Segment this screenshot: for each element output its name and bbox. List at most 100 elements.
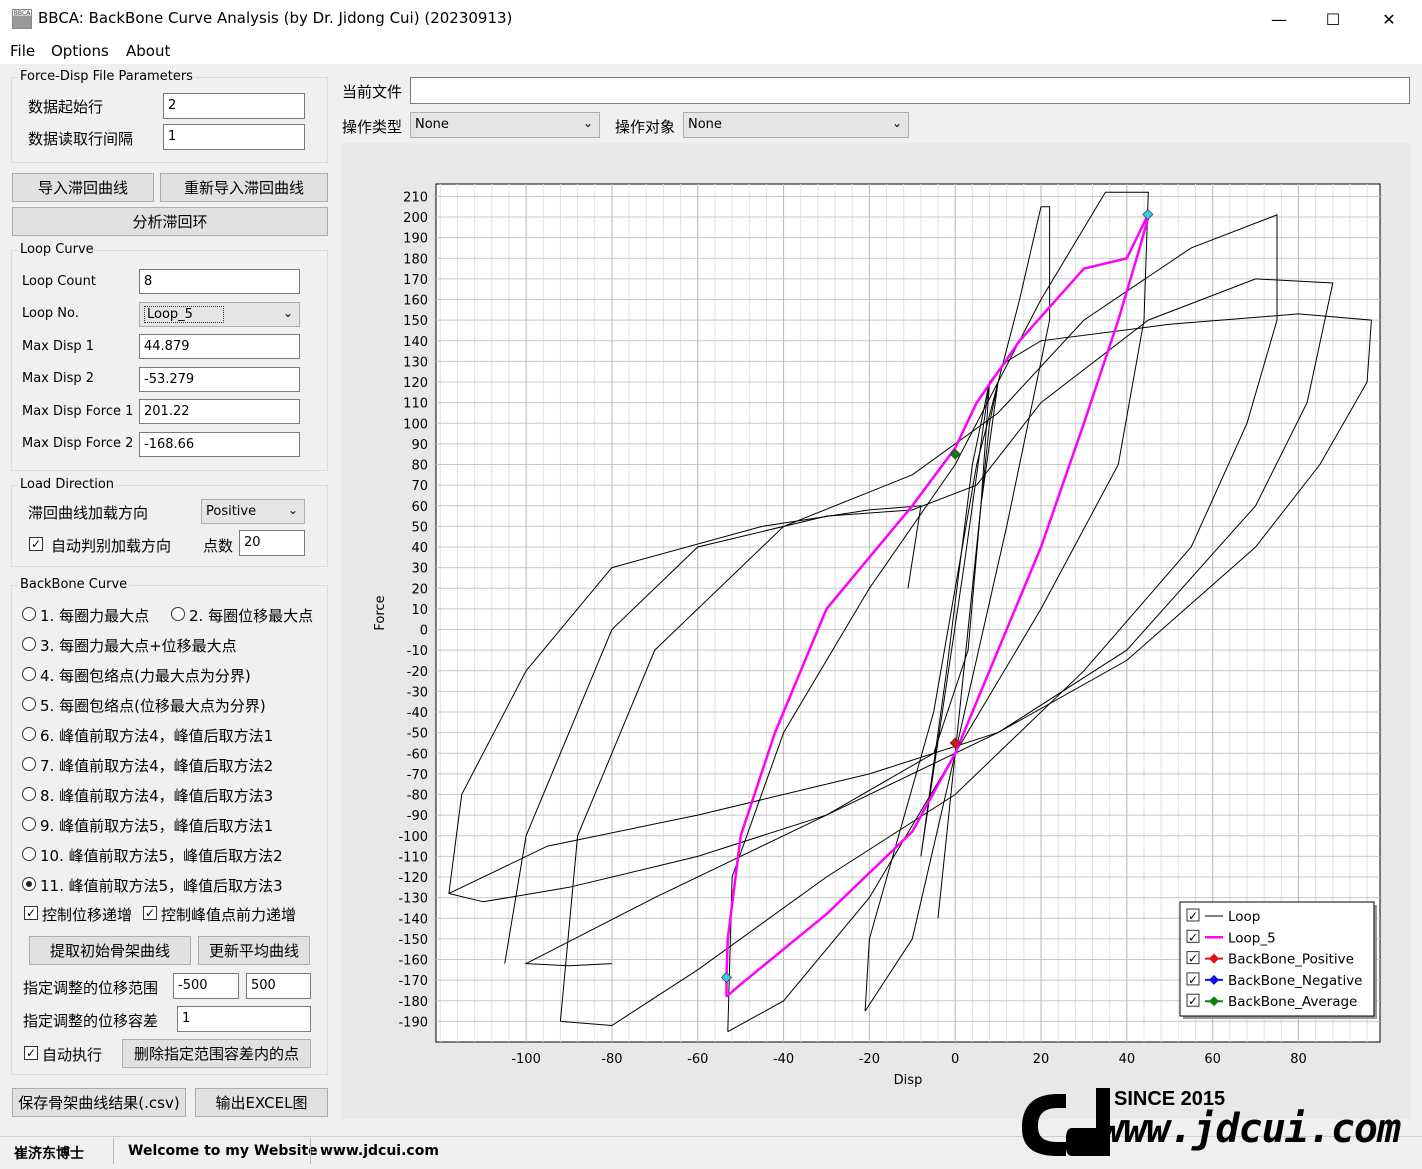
max-disp2-input[interactable]: -53.279 xyxy=(139,367,300,392)
x-tick-label: -40 xyxy=(773,1052,794,1067)
logo-url: www.jdcui.com xyxy=(1100,1106,1401,1152)
range-min-input[interactable]: -500 xyxy=(173,973,239,999)
direction-select[interactable]: Positive ⌄ xyxy=(201,499,305,524)
option-radio-selected[interactable] xyxy=(22,877,36,891)
points-input[interactable]: 20 xyxy=(239,530,305,556)
y-tick-label: 200 xyxy=(403,211,428,226)
update-average-button[interactable]: 更新平均曲线 xyxy=(198,936,310,965)
option-radio[interactable] xyxy=(22,727,36,741)
y-tick-label: -40 xyxy=(407,706,428,721)
menu-about[interactable]: About xyxy=(126,42,170,60)
y-tick-label: -110 xyxy=(398,850,428,865)
legend-entry-label: BackBone_Positive xyxy=(1228,952,1354,968)
legend-entry-label: BackBone_Negative xyxy=(1228,973,1363,989)
minimize-icon[interactable]: — xyxy=(1250,0,1308,38)
delete-points-button[interactable]: 删除指定范围容差内的点 xyxy=(122,1039,311,1068)
ctrl-force-checkbox[interactable]: ✓ xyxy=(143,906,157,920)
y-tick-label: 140 xyxy=(403,335,428,350)
option-label: 6. 峰值前取方法4，峰值后取方法1 xyxy=(40,727,274,745)
status-separator xyxy=(310,1138,311,1164)
y-tick-label: -150 xyxy=(398,933,428,948)
option-radio[interactable] xyxy=(22,847,36,861)
chevron-down-icon: ⌄ xyxy=(891,116,902,130)
x-tick-label: 60 xyxy=(1204,1052,1221,1067)
option-radio[interactable] xyxy=(22,787,36,801)
option-radio[interactable] xyxy=(22,697,36,711)
reimport-loop-button[interactable]: 重新导入滞回曲线 xyxy=(160,173,328,202)
option-radio[interactable] xyxy=(22,607,36,621)
loop-no-select[interactable]: Loop_5 ⌄ xyxy=(139,302,300,327)
op-target-select[interactable]: None ⌄ xyxy=(683,112,909,138)
option-radio[interactable] xyxy=(22,757,36,771)
y-tick-label: 160 xyxy=(403,294,428,309)
loop-curve-title: Loop Curve xyxy=(18,242,96,257)
auto-direction-label: 自动判别加载方向 xyxy=(51,537,172,555)
max-disp1-label: Max Disp 1 xyxy=(22,339,95,354)
x-tick-label: -60 xyxy=(687,1052,708,1067)
x-tick-label: 0 xyxy=(951,1052,959,1067)
chevron-down-icon: ⌄ xyxy=(282,306,293,320)
op-type-select[interactable]: None ⌄ xyxy=(410,112,600,138)
y-tick-label: 30 xyxy=(411,562,428,577)
status-welcome: Welcome to my Website xyxy=(128,1143,318,1159)
range-max-input[interactable]: 500 xyxy=(246,973,311,999)
export-excel-button[interactable]: 输出EXCEL图 xyxy=(195,1088,328,1117)
menu-bar xyxy=(0,38,1422,64)
save-csv-button[interactable]: 保存骨架曲线结果(.csv) xyxy=(12,1088,186,1117)
y-tick-label: 210 xyxy=(403,190,428,205)
y-tick-label: 170 xyxy=(403,273,428,288)
auto-exec-checkbox[interactable]: ✓ xyxy=(24,1046,38,1060)
option-label: 7. 峰值前取方法4，峰值后取方法2 xyxy=(40,757,274,775)
option-radio[interactable] xyxy=(171,607,185,621)
extract-backbone-button[interactable]: 提取初始骨架曲线 xyxy=(29,936,191,965)
op-target-label: 操作对象 xyxy=(615,118,676,136)
menu-file[interactable]: File xyxy=(10,42,35,60)
ctrl-disp-checkbox[interactable]: ✓ xyxy=(24,906,38,920)
max-disp2-label: Max Disp 2 xyxy=(22,371,95,386)
y-tick-label: -70 xyxy=(407,768,428,783)
legend-entry-label: BackBone_Average xyxy=(1228,994,1357,1010)
auto-direction-checkbox[interactable]: ✓ xyxy=(29,537,43,551)
status-site[interactable]: www.jdcui.com xyxy=(320,1143,439,1159)
direction-value: Positive xyxy=(206,504,257,519)
backbone-title: BackBone Curve xyxy=(18,577,130,592)
interval-input[interactable]: 1 xyxy=(163,124,305,150)
loop-no-label: Loop No. xyxy=(22,306,79,321)
option-label: 10. 峰值前取方法5，峰值后取方法2 xyxy=(40,847,283,865)
tolerance-label: 指定调整的位移容差 xyxy=(23,1012,159,1030)
y-tick-label: 50 xyxy=(411,520,428,535)
option-label: 4. 每圈包络点(力最大点为分界) xyxy=(40,667,251,685)
y-tick-label: 120 xyxy=(403,376,428,391)
y-tick-label: 60 xyxy=(411,500,428,515)
menu-options[interactable]: Options xyxy=(51,42,109,60)
current-file-input[interactable] xyxy=(410,77,1410,104)
current-file-label: 当前文件 xyxy=(342,83,403,101)
max-force1-input[interactable]: 201.22 xyxy=(139,399,300,424)
option-radio[interactable] xyxy=(22,667,36,681)
legend-check-mark: ✓ xyxy=(1188,909,1198,923)
y-tick-label: -160 xyxy=(398,954,428,969)
max-disp1-input[interactable]: 44.879 xyxy=(139,334,300,359)
y-tick-label: -10 xyxy=(407,644,428,659)
y-tick-label: 100 xyxy=(403,417,428,432)
force-disp-chart[interactable]: 2102001901801701601501401301201101009080… xyxy=(342,143,1410,1119)
app-icon: BBCA xyxy=(12,9,32,29)
start-row-input[interactable]: 2 xyxy=(163,93,305,119)
maximize-icon[interactable]: ☐ xyxy=(1304,0,1362,38)
option-radio[interactable] xyxy=(22,817,36,831)
import-loop-button[interactable]: 导入滞回曲线 xyxy=(12,173,154,202)
y-axis-label: Force xyxy=(373,595,388,630)
analyze-loop-button[interactable]: 分析滞回环 xyxy=(12,207,328,236)
close-icon[interactable]: ✕ xyxy=(1360,0,1418,38)
loop-count-input[interactable]: 8 xyxy=(139,269,300,294)
option-label: 9. 峰值前取方法5，峰值后取方法1 xyxy=(40,817,274,835)
loop-count-label: Loop Count xyxy=(22,274,96,289)
option-label: 5. 每圈包络点(位移最大点为分界) xyxy=(40,697,266,715)
option-radio[interactable] xyxy=(22,637,36,651)
legend-entry-label: Loop xyxy=(1228,909,1260,925)
y-tick-label: 40 xyxy=(411,541,428,556)
loop-no-value: Loop_5 xyxy=(144,306,224,323)
tolerance-input[interactable]: 1 xyxy=(177,1006,311,1032)
max-force2-input[interactable]: -168.66 xyxy=(139,432,300,457)
status-author: 崔济东博士 xyxy=(14,1146,84,1162)
